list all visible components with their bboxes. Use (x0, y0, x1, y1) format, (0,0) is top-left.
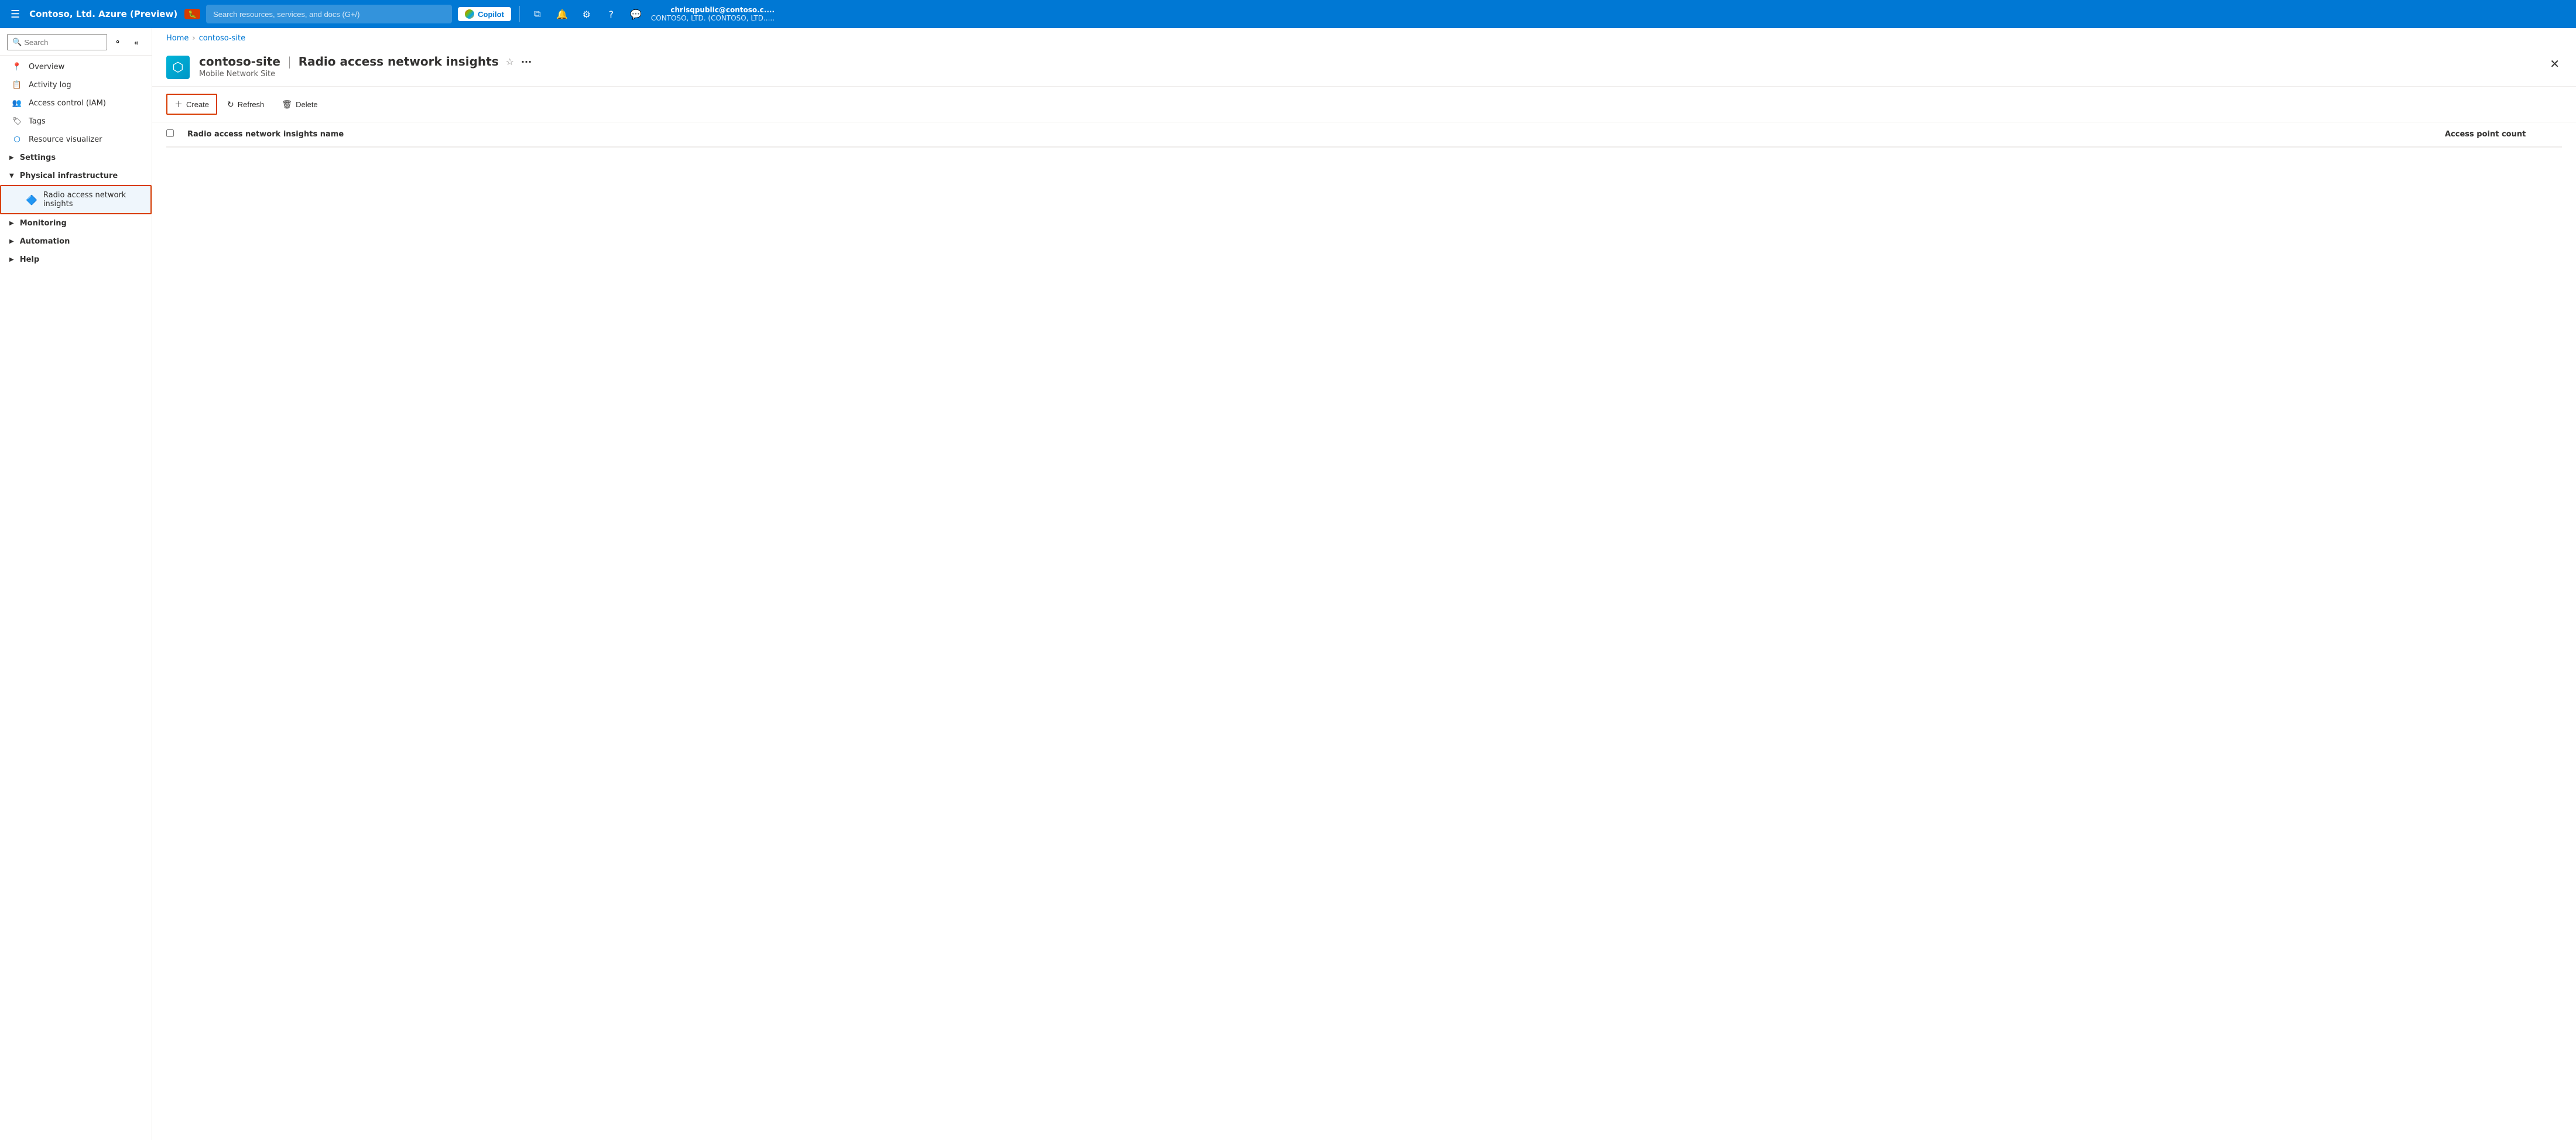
main-content: Home › contoso-site ⬡ contoso-site | Rad… (152, 28, 2576, 1140)
access-control-icon: 👥 (11, 99, 23, 108)
app-title: Contoso, Ltd. Azure (Preview) (29, 9, 177, 19)
refresh-icon: ↻ (227, 100, 234, 109)
user-name: chrisqpublic@contoso.c.... (651, 6, 775, 14)
select-all-input[interactable] (166, 129, 174, 137)
sidebar-item-label: Tags (29, 117, 46, 126)
create-label: Create (186, 100, 209, 109)
sidebar: 🔍 ⚬ « 📍 Overview 📋 Activity log 👥 Access… (0, 28, 152, 1140)
sidebar-item-radio-access-network-insights[interactable]: 🔷 Radio access network insights (0, 185, 152, 214)
nav-divider (519, 6, 520, 22)
sidebar-item-label: Access control (IAM) (29, 99, 106, 108)
column-header-name: Radio access network insights name (187, 130, 2445, 139)
monitoring-expand-icon: ▶ (9, 220, 14, 227)
portal-icon[interactable]: ⧉ (528, 5, 547, 23)
sidebar-item-access-control[interactable]: 👥 Access control (IAM) (0, 94, 152, 112)
collapse-sidebar-button[interactable]: « (128, 34, 145, 50)
resource-visualizer-icon: ⬡ (11, 135, 23, 144)
title-separator: | (287, 54, 292, 69)
select-all-checkbox[interactable] (166, 129, 187, 139)
sidebar-item-label: Activity log (29, 81, 71, 90)
table-container: Radio access network insights name Acces… (152, 122, 2576, 1140)
user-profile[interactable]: chrisqpublic@contoso.c.... CONTOSO, LTD.… (651, 6, 775, 22)
page-header-text: contoso-site | Radio access network insi… (199, 54, 2538, 78)
resource-icon: ⬡ (166, 56, 190, 79)
sidebar-item-automation[interactable]: ▶ Automation (0, 232, 152, 251)
close-icon[interactable]: ✕ (2547, 54, 2562, 73)
sidebar-item-resource-visualizer[interactable]: ⬡ Resource visualizer (0, 131, 152, 149)
column-header-count: Access point count (2445, 130, 2562, 139)
page-name: Radio access network insights (299, 54, 499, 69)
sidebar-item-overview[interactable]: 📍 Overview (0, 58, 152, 76)
toolbar: ＋ Create ↻ Refresh 🗑 Delete (152, 87, 2576, 122)
sidebar-search-row: 🔍 ⚬ « (0, 28, 152, 56)
delete-label: Delete (296, 100, 318, 109)
favorite-icon[interactable]: ☆ (506, 56, 514, 67)
sidebar-item-label: Physical infrastructure (20, 172, 118, 180)
user-org: CONTOSO, LTD. (CONTOSO, LTD..... (651, 14, 775, 22)
delete-icon: 🗑 (282, 100, 292, 109)
sidebar-item-label: Monitoring (20, 219, 67, 228)
overview-icon: 📍 (11, 63, 23, 71)
delete-button[interactable]: 🗑 Delete (274, 95, 325, 114)
sidebar-item-label: Help (20, 255, 39, 264)
global-search-input[interactable] (206, 5, 452, 23)
feedback-icon[interactable]: 💬 (626, 5, 645, 23)
page-header: ⬡ contoso-site | Radio access network in… (152, 43, 2576, 87)
radio-access-icon: 🔷 (26, 194, 37, 206)
sidebar-item-label: Resource visualizer (29, 135, 102, 144)
cube-icon: ⬡ (172, 60, 183, 75)
sidebar-item-label: Radio access network insights (43, 191, 141, 208)
table-header: Radio access network insights name Acces… (166, 122, 2562, 148)
sidebar-item-monitoring[interactable]: ▶ Monitoring (0, 214, 152, 232)
refresh-label: Refresh (238, 100, 265, 109)
sidebar-item-help[interactable]: ▶ Help (0, 251, 152, 269)
plus-icon: ＋ (174, 98, 183, 110)
filter-icon-button[interactable]: ⚬ (109, 34, 126, 50)
page-layout: 🔍 ⚬ « 📍 Overview 📋 Activity log 👥 Access… (0, 28, 2576, 1140)
sidebar-item-physical-infrastructure[interactable]: ▼ Physical infrastructure (0, 167, 152, 185)
automation-expand-icon: ▶ (9, 238, 14, 245)
sidebar-search-wrapper: 🔍 (7, 34, 107, 50)
tags-icon: 🏷 (11, 117, 23, 126)
hamburger-menu[interactable]: ☰ (7, 5, 23, 24)
search-icon: 🔍 (12, 38, 22, 47)
top-navigation: ☰ Contoso, Ltd. Azure (Preview) 🐛 Copilo… (0, 0, 2576, 28)
bug-icon[interactable]: 🐛 (184, 9, 200, 19)
breadcrumb-home[interactable]: Home (166, 34, 189, 43)
sidebar-item-label: Settings (20, 153, 56, 162)
settings-icon[interactable]: ⚙ (577, 5, 596, 23)
help-icon[interactable]: ? (602, 5, 621, 23)
breadcrumb-site[interactable]: contoso-site (199, 34, 246, 43)
sidebar-item-label: Overview (29, 63, 64, 71)
create-button[interactable]: ＋ Create (166, 94, 217, 115)
sidebar-item-tags[interactable]: 🏷 Tags (0, 112, 152, 131)
sidebar-navigation: 📍 Overview 📋 Activity log 👥 Access contr… (0, 56, 152, 1128)
settings-expand-icon: ▶ (9, 155, 14, 161)
bell-icon[interactable]: 🔔 (553, 5, 571, 23)
table-empty-state (166, 148, 2562, 194)
copilot-icon (465, 9, 474, 19)
sidebar-search-input[interactable] (24, 38, 102, 47)
breadcrumb: Home › contoso-site (152, 28, 2576, 43)
physical-infra-expand-icon: ▼ (9, 173, 14, 179)
sidebar-item-label: Automation (20, 237, 70, 246)
copilot-label: Copilot (478, 10, 504, 19)
resource-name: contoso-site (199, 54, 280, 69)
activity-log-icon: 📋 (11, 81, 23, 90)
more-options-icon[interactable]: ··· (521, 56, 532, 67)
help-expand-icon: ▶ (9, 256, 14, 263)
refresh-button[interactable]: ↻ Refresh (220, 95, 272, 114)
page-title: contoso-site | Radio access network insi… (199, 54, 2538, 69)
breadcrumb-separator: › (192, 34, 195, 43)
sidebar-item-activity-log[interactable]: 📋 Activity log (0, 76, 152, 94)
page-subtitle: Mobile Network Site (199, 70, 2538, 78)
copilot-button[interactable]: Copilot (458, 7, 511, 21)
sidebar-item-settings[interactable]: ▶ Settings (0, 149, 152, 167)
